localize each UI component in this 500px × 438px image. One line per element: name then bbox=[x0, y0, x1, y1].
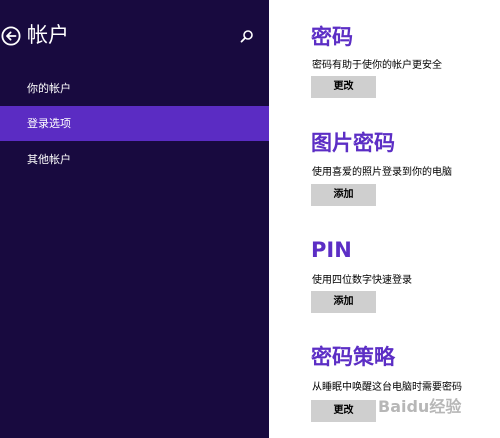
sidebar-item-label: 你的帐户 bbox=[27, 82, 71, 95]
sidebar: 帐户 你的帐户 登录选项 其他帐户 bbox=[0, 0, 269, 438]
search-icon bbox=[240, 30, 253, 43]
section-description: 使用四位数字快速登录 bbox=[312, 275, 412, 286]
section-title: PIN bbox=[311, 238, 352, 262]
password-section: 密码 密码有助于使你的帐户更安全 更改 bbox=[311, 24, 500, 98]
sidebar-item-label: 其他帐户 bbox=[27, 153, 71, 166]
section-title: 图片密码 bbox=[311, 131, 395, 155]
section-title: 密码策略 bbox=[311, 345, 395, 369]
section-description: 使用喜爱的照片登录到你的电脑 bbox=[312, 167, 452, 178]
add-pin-button[interactable]: 添加 bbox=[311, 291, 376, 313]
picture-password-section: 图片密码 使用喜爱的照片登录到你的电脑 添加 bbox=[311, 130, 500, 206]
back-button[interactable] bbox=[1, 26, 21, 46]
watermark: Baidu经验 bbox=[378, 397, 462, 416]
password-policy-section: 密码策略 从睡眠中唤醒这台电脑时需要密码 更改 bbox=[311, 344, 500, 422]
change-password-policy-button[interactable]: 更改 bbox=[311, 400, 376, 422]
section-title: 密码 bbox=[311, 25, 353, 49]
back-arrow-circle-icon bbox=[1, 26, 21, 46]
search-button[interactable] bbox=[238, 28, 256, 46]
page-title: 帐户 bbox=[27, 23, 69, 47]
add-picture-password-button[interactable]: 添加 bbox=[311, 184, 376, 206]
section-description: 密码有助于使你的帐户更安全 bbox=[312, 60, 442, 71]
pin-section: PIN 使用四位数字快速登录 添加 bbox=[311, 237, 500, 313]
sidebar-item-other-accounts[interactable]: 其他帐户 bbox=[0, 142, 269, 177]
sidebar-item-label: 登录选项 bbox=[27, 117, 71, 130]
sidebar-item-sign-in-options[interactable]: 登录选项 bbox=[0, 106, 269, 141]
change-password-button[interactable]: 更改 bbox=[311, 76, 376, 98]
sidebar-item-your-account[interactable]: 你的帐户 bbox=[0, 71, 269, 106]
